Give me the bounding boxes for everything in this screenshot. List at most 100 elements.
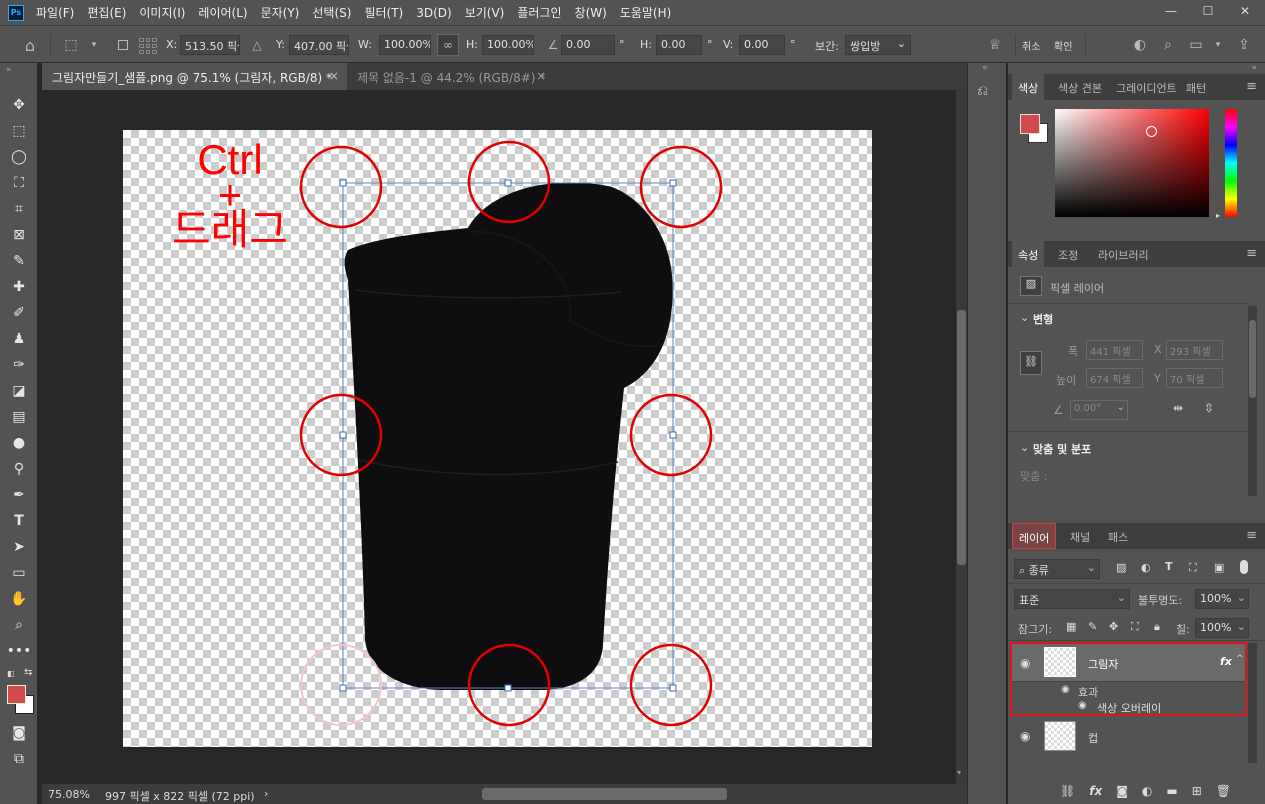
canvas-vertical-scrollbar[interactable]: ▾ [956, 90, 967, 784]
menu-help[interactable]: 도움말(H) [620, 4, 672, 21]
properties-scroll-thumb[interactable] [1249, 320, 1256, 398]
menu-file[interactable]: 파일(F) [36, 4, 74, 21]
color-picker-field[interactable] [1055, 109, 1209, 217]
color-picker-cursor[interactable] [1146, 126, 1157, 137]
eraser-tool-icon[interactable]: ◪ [7, 380, 31, 402]
expand-dock-icon[interactable]: « [982, 63, 988, 73]
hue-slider-marker[interactable]: ▸ [1216, 211, 1220, 220]
move-tool-icon[interactable]: ✥ [7, 94, 31, 116]
close-tab-icon[interactable]: × [329, 69, 339, 83]
commit-transform-button[interactable]: 확인 [1054, 38, 1072, 53]
tab-document-2[interactable]: 제목 없음-1 @ 44.2% (RGB/8#) * × [347, 63, 554, 90]
lock-position-icon[interactable]: ✥ [1109, 620, 1118, 633]
menu-window[interactable]: 창(W) [575, 4, 607, 21]
properties-scrollbar[interactable] [1248, 306, 1257, 496]
link-dimensions-icon[interactable]: ⛓ [1020, 351, 1042, 375]
tab-layers[interactable]: 레이어 [1012, 523, 1057, 549]
menu-image[interactable]: 이미지(I) [139, 4, 185, 21]
pen-tool-icon[interactable]: ✒ [7, 484, 31, 506]
tab-gradients[interactable]: 그레이디언트 [1110, 74, 1180, 100]
panel-menu-icon[interactable]: ≡ [1246, 79, 1257, 94]
tab-adjustments[interactable]: 조정 [1052, 241, 1084, 267]
new-group-icon[interactable]: ▬ [1166, 784, 1177, 798]
menu-select[interactable]: 선택(S) [312, 4, 351, 21]
layers-scrollbar[interactable] [1248, 643, 1257, 763]
layer-y-input[interactable]: 70 픽셀 [1166, 368, 1223, 388]
3d-mode-icon[interactable]: ◐ [1130, 35, 1150, 55]
edit-toolbar-icon[interactable]: ••• [7, 640, 32, 662]
share-icon[interactable]: ⇪ [1234, 35, 1254, 55]
layer-filter-select[interactable]: ⌕ 종류 ⌄ [1014, 559, 1100, 579]
scroll-down-icon[interactable]: ▾ [957, 768, 961, 777]
menu-filter[interactable]: 필터(T) [364, 4, 403, 21]
new-layer-icon[interactable]: ⊞ [1192, 784, 1202, 798]
tab-swatches[interactable]: 색상 견본 [1052, 74, 1108, 100]
status-menu-arrow[interactable]: › [264, 787, 268, 800]
link-aspect-icon[interactable]: ∞ [437, 34, 459, 56]
menu-layer[interactable]: 레이어(L) [198, 4, 247, 21]
layer-fx-badge[interactable]: fx [1220, 655, 1232, 668]
lock-artboard-icon[interactable]: ⛶ [1131, 620, 1139, 634]
relative-position-delta-icon[interactable]: △ [247, 35, 267, 55]
lock-image-icon[interactable]: ✎ [1088, 620, 1097, 633]
new-adjustment-layer-icon[interactable]: ◐ [1142, 784, 1152, 798]
effects-visibility-eye-icon[interactable]: ◉ [1061, 684, 1070, 695]
transform-chevron-icon[interactable]: ⌄ [1020, 311, 1029, 324]
transform-tool-icon[interactable]: ⬚ [61, 35, 81, 55]
path-selection-tool-icon[interactable]: ➤ [7, 536, 31, 558]
zoom-level[interactable]: 75.08% [48, 788, 90, 801]
maximize-button[interactable]: ☐ [1193, 0, 1223, 22]
tab-properties[interactable]: 속성 [1012, 241, 1045, 267]
vertical-scroll-thumb[interactable] [957, 310, 966, 565]
x-position-input[interactable]: 513.50 픽셀 [180, 35, 240, 55]
swap-colors-icon[interactable]: ⇆ [24, 667, 32, 678]
minimize-button[interactable]: — [1156, 0, 1186, 22]
reference-point-grid-icon[interactable] [139, 38, 157, 54]
marquee-tool-icon[interactable]: ⬚ [7, 120, 31, 142]
lock-all-icon[interactable]: 🔒︎ [1154, 620, 1160, 634]
gradient-tool-icon[interactable]: ▤ [7, 406, 31, 428]
menu-view[interactable]: 보기(V) [465, 4, 505, 21]
y-position-input[interactable]: 407.00 픽셀 [289, 35, 349, 55]
visibility-eye-icon[interactable]: ◉ [1020, 656, 1030, 670]
effect-visibility-eye-icon[interactable]: ◉ [1078, 700, 1087, 711]
history-brush-tool-icon[interactable]: ✑ [7, 354, 31, 376]
layer-width-input[interactable]: 441 픽셀 [1086, 340, 1143, 360]
reference-point-checkbox[interactable] [118, 40, 128, 50]
workspace-dropdown-icon[interactable]: ▾ [1208, 35, 1228, 55]
add-style-fx-icon[interactable]: fx [1089, 784, 1102, 798]
layer-row-shadow[interactable]: ◉ 그림자 fx ^ [1012, 644, 1245, 681]
blend-mode-select[interactable]: 표준 ⌄ [1014, 589, 1130, 609]
layer-x-input[interactable]: 293 픽셀 [1166, 340, 1223, 360]
filter-type-icon[interactable]: T [1165, 560, 1173, 573]
menu-plugins[interactable]: 플러그인 [517, 4, 561, 21]
hand-tool-icon[interactable]: ✋ [7, 588, 31, 610]
menu-edit[interactable]: 편집(E) [87, 4, 126, 21]
filter-toggle-icon[interactable] [1240, 560, 1248, 574]
warp-mode-icon[interactable]: ♕ [985, 35, 1005, 55]
eyedropper-tool-icon[interactable]: ✎ [7, 250, 31, 272]
panel-menu-icon[interactable]: ≡ [1246, 246, 1257, 261]
lasso-tool-icon[interactable]: ◯ [7, 146, 31, 168]
quick-mask-icon[interactable]: ◙ [7, 722, 31, 744]
filter-smart-object-icon[interactable]: ▣ [1214, 561, 1224, 574]
type-tool-icon[interactable]: T [7, 510, 31, 532]
filter-pixel-icon[interactable]: ▨ [1116, 561, 1126, 574]
rectangle-tool-icon[interactable]: ▭ [7, 562, 31, 584]
default-colors-icon[interactable]: ◧ [7, 669, 15, 678]
close-window-button[interactable]: ✕ [1230, 0, 1260, 22]
flip-horizontal-icon[interactable]: ⇹ [1173, 401, 1183, 415]
vertical-skew-input[interactable]: 0.00 [739, 35, 785, 55]
tab-patterns[interactable]: 패턴 [1180, 74, 1212, 100]
layer-height-input[interactable]: 674 픽셀 [1086, 368, 1143, 388]
blur-tool-icon[interactable]: ● [7, 432, 31, 454]
delete-layer-icon[interactable]: 🗑︎ [1216, 784, 1231, 798]
hue-slider[interactable] [1225, 109, 1237, 217]
cancel-transform-button[interactable]: 취소 [1022, 38, 1040, 53]
layer-row-cup[interactable]: ◉ 컵 [1010, 718, 1247, 754]
collapse-panels-icon[interactable]: » [1251, 63, 1257, 73]
healing-brush-tool-icon[interactable]: ✚ [7, 276, 31, 298]
horizontal-scroll-thumb[interactable] [482, 788, 727, 800]
home-icon[interactable]: ⌂ [20, 35, 40, 55]
foreground-color-swatch[interactable] [7, 685, 26, 704]
